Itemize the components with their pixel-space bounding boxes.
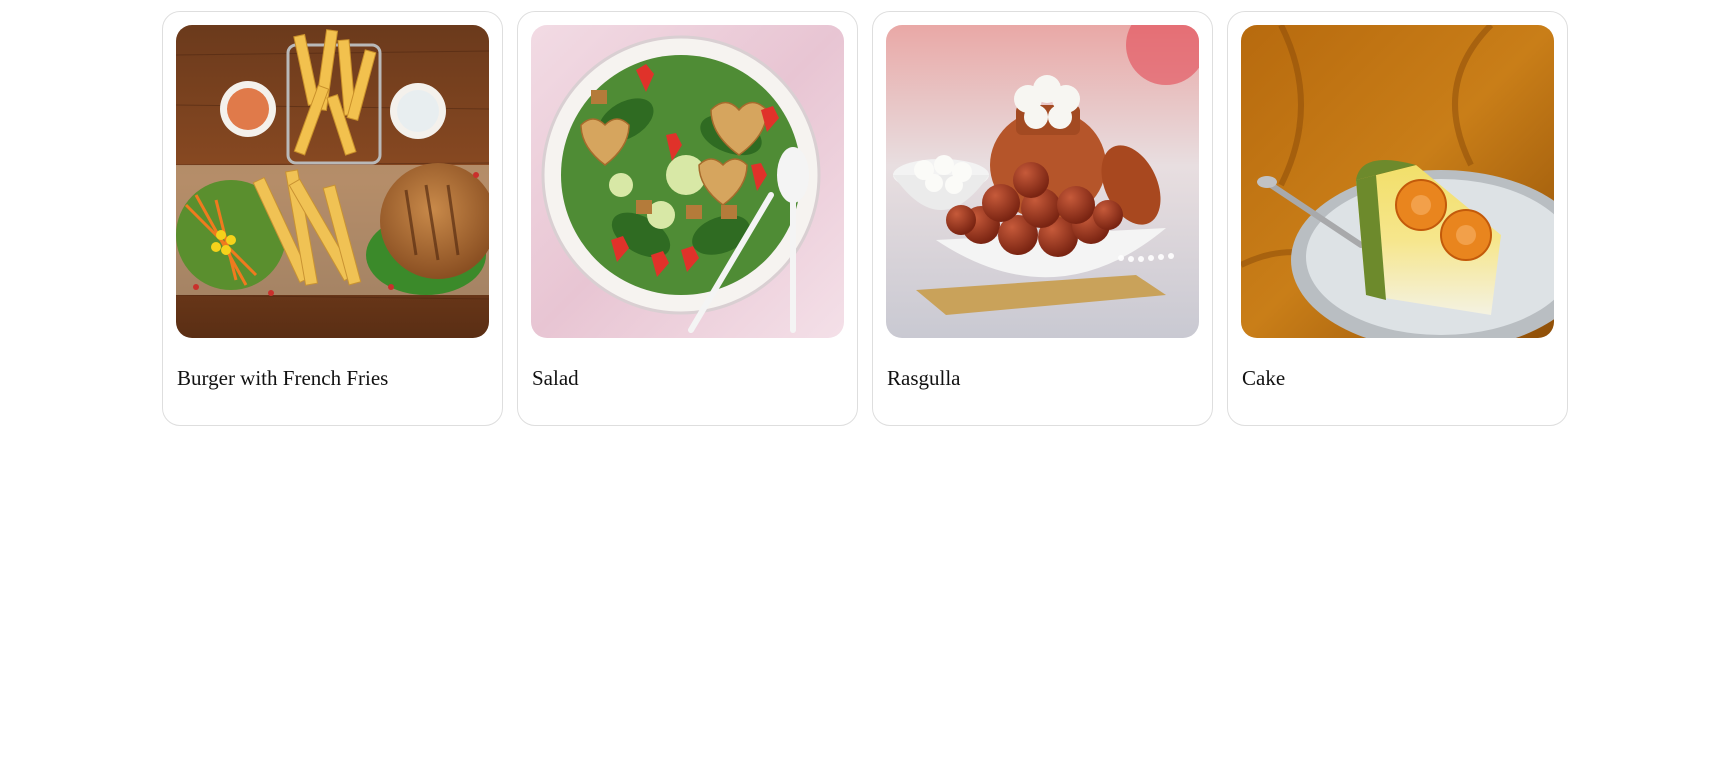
food-card-title: Burger with French Fries bbox=[177, 366, 389, 390]
food-card-title: Rasgulla bbox=[887, 366, 961, 390]
rasgulla-image[interactable] bbox=[886, 25, 1199, 338]
food-card-burger[interactable]: Burger with French Fries bbox=[162, 11, 503, 426]
food-card-title: Cake bbox=[1242, 366, 1286, 390]
cake-image[interactable] bbox=[1241, 25, 1554, 338]
food-card-title: Salad bbox=[532, 366, 579, 390]
food-card-cake[interactable]: Cake bbox=[1227, 11, 1568, 426]
food-card-grid: Burger with French Fries Salad Rasgulla … bbox=[162, 11, 1568, 426]
food-card-rasgulla[interactable]: Rasgulla bbox=[872, 11, 1213, 426]
burger-with-french-fries-image[interactable] bbox=[176, 25, 489, 338]
salad-image[interactable] bbox=[531, 25, 844, 338]
food-card-salad[interactable]: Salad bbox=[517, 11, 858, 426]
